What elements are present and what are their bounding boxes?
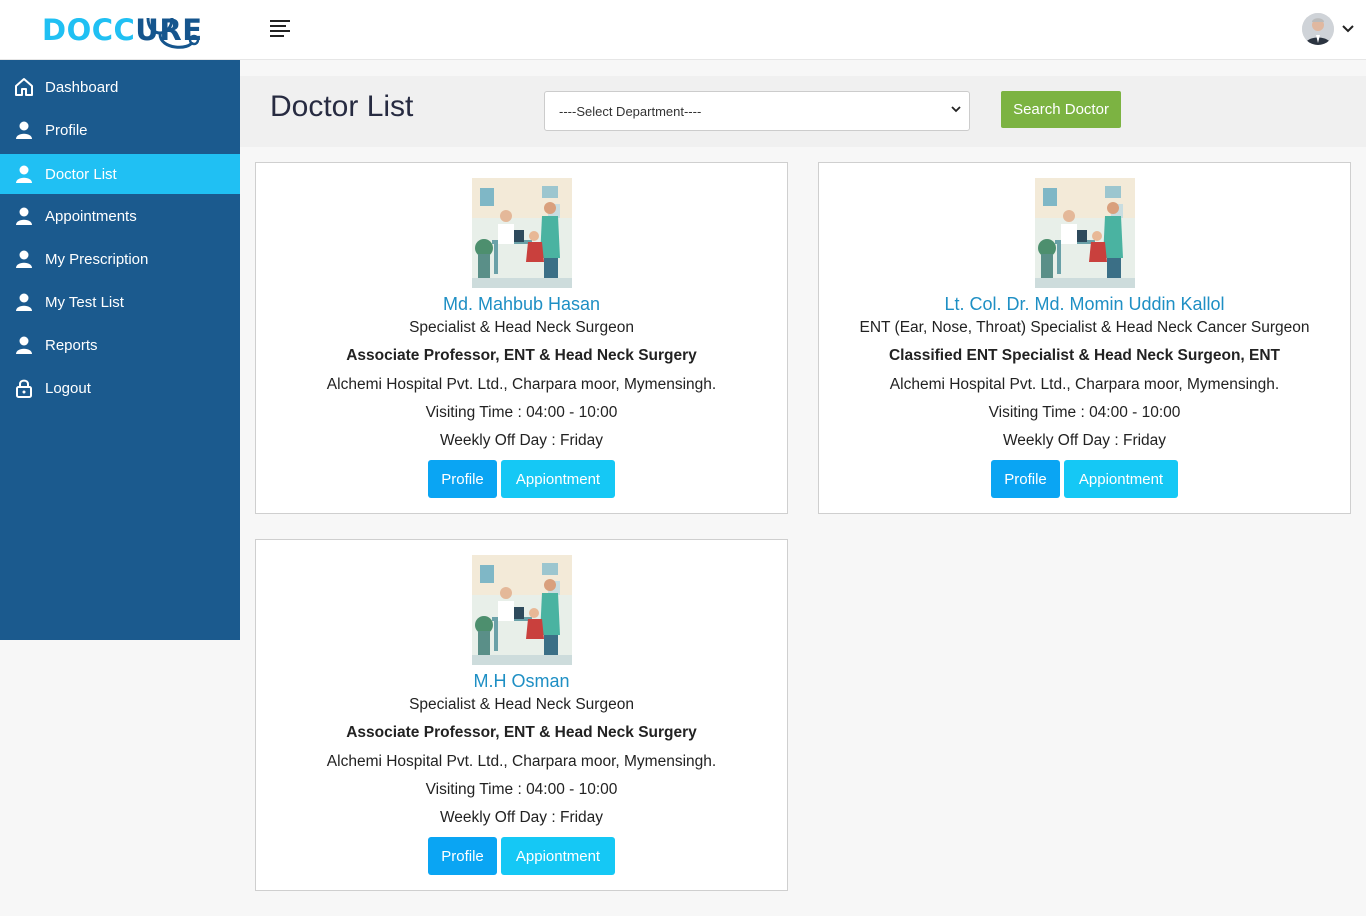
top-header: DOCCURE [0, 0, 1366, 60]
sidebar-item-logout[interactable]: Logout [0, 368, 240, 408]
user-menu[interactable] [1302, 13, 1354, 45]
menu-toggle-icon[interactable] [270, 20, 290, 38]
page-header: Doctor List ----Select Department---- Se… [240, 76, 1366, 147]
doctor-visiting-time: Visiting Time : 04:00 - 10:00 [988, 404, 1181, 421]
doctor-photo [1035, 178, 1135, 288]
sidebar-item-label: Dashboard [45, 78, 119, 96]
doctor-card: Lt. Col. Dr. Md. Momin Uddin Kallol ENT … [818, 162, 1351, 514]
appointment-button[interactable]: Appiontment [1064, 460, 1178, 498]
profile-button[interactable]: Profile [991, 460, 1060, 498]
doctor-specialty: ENT (Ear, Nose, Throat) Specialist & Hea… [859, 319, 1310, 336]
sidebar: Dashboard Profile Doctor List Appointmen… [0, 60, 240, 640]
doctor-card: M.H Osman Specialist & Head Neck Surgeon… [255, 539, 788, 891]
doctor-hospital: Alchemi Hospital Pvt. Ltd., Charpara moo… [889, 376, 1280, 393]
sidebar-item-label: My Test List [45, 293, 124, 311]
profile-button[interactable]: Profile [428, 837, 497, 875]
sidebar-item-label: Profile [45, 121, 88, 139]
sidebar-item-dashboard[interactable]: Dashboard [0, 67, 240, 107]
sidebar-item-label: My Prescription [45, 250, 149, 268]
appointment-button[interactable]: Appiontment [501, 837, 615, 875]
doctor-specialty: Specialist & Head Neck Surgeon [409, 319, 634, 336]
chevron-down-icon [1342, 25, 1354, 33]
doctor-designation: Associate Professor, ENT & Head Neck Sur… [346, 724, 697, 741]
card-actions: Profile Appiontment [819, 460, 1350, 498]
doctor-off-day: Weekly Off Day : Friday [439, 809, 604, 826]
sidebar-item-my-test-list[interactable]: My Test List [0, 282, 240, 322]
profile-button[interactable]: Profile [428, 460, 497, 498]
doctor-name-link[interactable]: Lt. Col. Dr. Md. Momin Uddin Kallol [819, 294, 1350, 315]
home-icon [14, 77, 34, 97]
sidebar-item-label: Reports [45, 336, 98, 354]
sidebar-item-reports[interactable]: Reports [0, 325, 240, 365]
doctor-name-link[interactable]: M.H Osman [256, 671, 787, 692]
search-doctor-button[interactable]: Search Doctor [1001, 91, 1121, 128]
sidebar-item-appointments[interactable]: Appointments [0, 196, 240, 236]
user-icon [14, 249, 34, 269]
user-icon [14, 335, 34, 355]
sidebar-item-my-prescription[interactable]: My Prescription [0, 239, 240, 279]
lock-icon [14, 378, 34, 398]
sidebar-item-doctor-list[interactable]: Doctor List [0, 154, 240, 194]
doctor-hospital: Alchemi Hospital Pvt. Ltd., Charpara moo… [326, 376, 717, 393]
card-actions: Profile Appiontment [256, 837, 787, 875]
doctor-hospital: Alchemi Hospital Pvt. Ltd., Charpara moo… [326, 753, 717, 770]
page-title: Doctor List [270, 90, 414, 123]
sidebar-item-label: Appointments [45, 207, 137, 225]
doctor-photo [472, 555, 572, 665]
sidebar-item-profile[interactable]: Profile [0, 110, 240, 150]
doctor-designation: Classified ENT Specialist & Head Neck Su… [888, 347, 1281, 364]
chevron-down-icon [951, 106, 961, 113]
user-icon [14, 206, 34, 226]
stethoscope-icon [146, 17, 200, 49]
user-icon [14, 164, 34, 184]
card-actions: Profile Appiontment [256, 460, 787, 498]
doctor-name-link[interactable]: Md. Mahbub Hasan [256, 294, 787, 315]
doctor-visiting-time: Visiting Time : 04:00 - 10:00 [425, 781, 618, 798]
doctor-visiting-time: Visiting Time : 04:00 - 10:00 [425, 404, 618, 421]
doctor-card: Md. Mahbub Hasan Specialist & Head Neck … [255, 162, 788, 514]
sidebar-item-label: Logout [45, 379, 91, 397]
doctor-photo [472, 178, 572, 288]
sidebar-item-label: Doctor List [45, 165, 117, 183]
user-icon [14, 120, 34, 140]
doctor-designation: Associate Professor, ENT & Head Neck Sur… [346, 347, 697, 364]
doctor-specialty: Specialist & Head Neck Surgeon [409, 696, 634, 713]
department-select[interactable]: ----Select Department---- [544, 91, 970, 131]
user-icon [14, 292, 34, 312]
department-select-value: ----Select Department---- [559, 103, 702, 119]
appointment-button[interactable]: Appiontment [501, 460, 615, 498]
avatar [1302, 13, 1334, 45]
doctor-off-day: Weekly Off Day : Friday [1002, 432, 1167, 449]
doctor-off-day: Weekly Off Day : Friday [439, 432, 604, 449]
doccure-logo[interactable]: DOCCURE [42, 8, 203, 52]
